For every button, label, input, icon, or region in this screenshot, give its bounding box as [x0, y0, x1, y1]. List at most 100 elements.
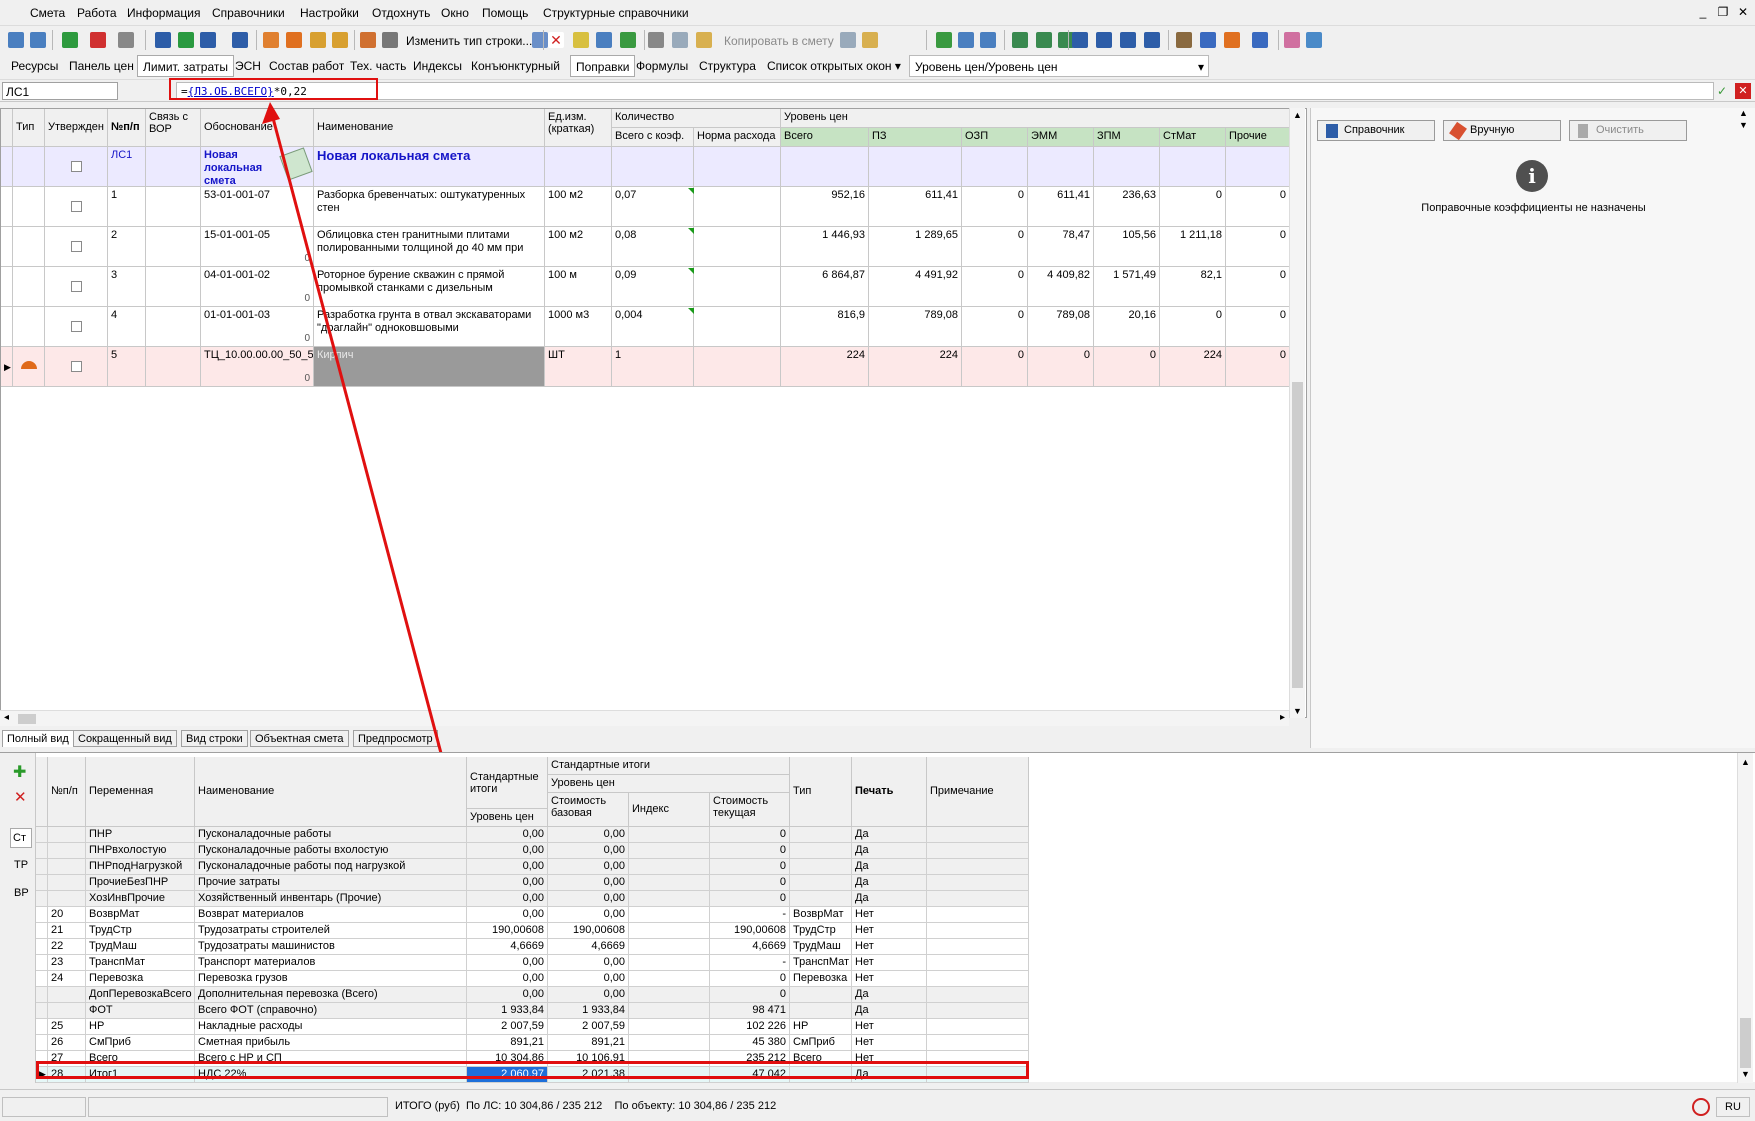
var-cell-print[interactable]: Нет [852, 939, 927, 955]
var-cell-type[interactable]: ТрудСтр [790, 923, 852, 939]
col-var-name[interactable]: Переменная [86, 757, 195, 827]
var-cell-print[interactable]: Нет [852, 907, 927, 923]
var-cell-print[interactable]: Нет [852, 1019, 927, 1035]
var-cell-lvl[interactable]: 2 007,59 [467, 1019, 548, 1035]
var-cell-note[interactable] [927, 987, 1029, 1003]
var-cell-name[interactable]: Трудозатраты строителей [195, 923, 467, 939]
var-cell-type[interactable]: ТранспМат [790, 955, 852, 971]
var-cell-num[interactable]: 24 [48, 971, 86, 987]
var-cell-print[interactable]: Да [852, 827, 927, 843]
var-cell-type[interactable] [790, 843, 852, 859]
var-cell-idx[interactable] [629, 939, 710, 955]
col-var-num[interactable]: №п/п [48, 757, 86, 827]
var-cell-cur[interactable]: 0 [710, 891, 790, 907]
var-cell-lvl[interactable]: 0,00 [467, 859, 548, 875]
var-cell-print[interactable]: Нет [852, 1035, 927, 1051]
var-cell-note[interactable] [927, 1003, 1029, 1019]
var-cell-print[interactable]: Да [852, 891, 927, 907]
var-cell-base[interactable]: 0,00 [548, 859, 629, 875]
var-cell-base[interactable]: 0,00 [548, 955, 629, 971]
var-cell-idx[interactable] [629, 907, 710, 923]
variable-row-selector[interactable] [36, 1035, 48, 1051]
var-cell-idx[interactable] [629, 1019, 710, 1035]
var-cell-print[interactable]: Да [852, 1003, 927, 1019]
var-cell-var[interactable]: ДопПеревозкаВсего [86, 987, 195, 1003]
var-cell-note[interactable] [927, 843, 1029, 859]
var-cell-note[interactable] [927, 923, 1029, 939]
var-cell-num[interactable] [48, 987, 86, 1003]
var-cell-idx[interactable] [629, 827, 710, 843]
var-cell-note[interactable] [927, 939, 1029, 955]
var-cell-base[interactable]: 0,00 [548, 907, 629, 923]
var-cell-var[interactable]: ВозврМат [86, 907, 195, 923]
var-cell-name[interactable]: Трудозатраты машинистов [195, 939, 467, 955]
var-cell-cur[interactable]: - [710, 907, 790, 923]
var-cell-var[interactable]: ФОТ [86, 1003, 195, 1019]
var-cell-name[interactable]: Всего ФОТ (справочно) [195, 1003, 467, 1019]
var-scroll-thumb[interactable] [1740, 1018, 1751, 1068]
var-cell-note[interactable] [927, 827, 1029, 843]
var-cell-var[interactable]: ТрудСтр [86, 923, 195, 939]
var-cell-type[interactable] [790, 1003, 852, 1019]
var-cell-print[interactable]: Да [852, 843, 927, 859]
var-cell-idx[interactable] [629, 1035, 710, 1051]
var-cell-name[interactable]: Пусконаладочные работы [195, 827, 467, 843]
var-cell-num[interactable] [48, 859, 86, 875]
var-cell-base[interactable]: 891,21 [548, 1035, 629, 1051]
var-cell-type[interactable] [790, 891, 852, 907]
var-cell-num[interactable] [48, 827, 86, 843]
variable-row-selector[interactable] [36, 859, 48, 875]
var-cell-note[interactable] [927, 859, 1029, 875]
tab-vr[interactable]: ВР [14, 887, 29, 899]
var-scroll-up-icon[interactable]: ▲ [1741, 757, 1750, 767]
var-cell-type[interactable]: ВозврМат [790, 907, 852, 923]
var-cell-note[interactable] [927, 907, 1029, 923]
col-base-cost[interactable]: Стоимость базовая [548, 793, 629, 827]
var-cell-cur[interactable]: 190,00608 [710, 923, 790, 939]
var-cell-lvl[interactable]: 0,00 [467, 971, 548, 987]
var-cell-idx[interactable] [629, 859, 710, 875]
var-cell-num[interactable] [48, 843, 86, 859]
var-cell-base[interactable]: 0,00 [548, 843, 629, 859]
var-cell-cur[interactable]: 0 [710, 971, 790, 987]
var-cell-lvl[interactable]: 0,00 [467, 827, 548, 843]
var-cell-base[interactable]: 2 007,59 [548, 1019, 629, 1035]
var-cell-type[interactable] [790, 875, 852, 891]
delete-variable-icon[interactable]: ✕ [14, 788, 27, 806]
var-cell-name[interactable]: Пусконаладочные работы вхолостую [195, 843, 467, 859]
var-cell-name[interactable]: Хозяйственный инвентарь (Прочие) [195, 891, 467, 907]
var-cell-var[interactable]: Перевозка [86, 971, 195, 987]
var-cell-lvl[interactable]: 0,00 [467, 843, 548, 859]
var-cell-print[interactable]: Да [852, 859, 927, 875]
var-cell-num[interactable]: 23 [48, 955, 86, 971]
var-cell-idx[interactable] [629, 891, 710, 907]
var-cell-note[interactable] [927, 971, 1029, 987]
var-cell-lvl[interactable]: 0,00 [467, 891, 548, 907]
variable-row-selector[interactable] [36, 955, 48, 971]
variable-row-selector[interactable] [36, 843, 48, 859]
var-cell-print[interactable]: Нет [852, 955, 927, 971]
var-cell-num[interactable]: 22 [48, 939, 86, 955]
variable-row-selector[interactable] [36, 827, 48, 843]
no-connection-icon[interactable] [1692, 1098, 1710, 1116]
var-cell-note[interactable] [927, 1035, 1029, 1051]
var-cell-idx[interactable] [629, 1003, 710, 1019]
var-cell-idx[interactable] [629, 955, 710, 971]
var-cell-var[interactable]: НР [86, 1019, 195, 1035]
var-cell-note[interactable] [927, 1019, 1029, 1035]
variable-row-selector[interactable] [36, 875, 48, 891]
var-cell-type[interactable]: СмПриб [790, 1035, 852, 1051]
var-cell-lvl[interactable]: 0,00 [467, 955, 548, 971]
var-cell-type[interactable]: Перевозка [790, 971, 852, 987]
var-cell-cur[interactable]: 45 380 [710, 1035, 790, 1051]
var-cell-lvl[interactable]: 0,00 [467, 987, 548, 1003]
variable-row-selector[interactable] [36, 939, 48, 955]
var-cell-name[interactable]: Сметная прибыль [195, 1035, 467, 1051]
col-var-level[interactable]: Уровень цен [467, 809, 548, 827]
variable-row-selector[interactable] [36, 1003, 48, 1019]
var-cell-print[interactable]: Нет [852, 971, 927, 987]
var-cell-base[interactable]: 0,00 [548, 827, 629, 843]
var-cell-base[interactable]: 4,6669 [548, 939, 629, 955]
var-cell-var[interactable]: ПНР [86, 827, 195, 843]
var-cell-idx[interactable] [629, 923, 710, 939]
